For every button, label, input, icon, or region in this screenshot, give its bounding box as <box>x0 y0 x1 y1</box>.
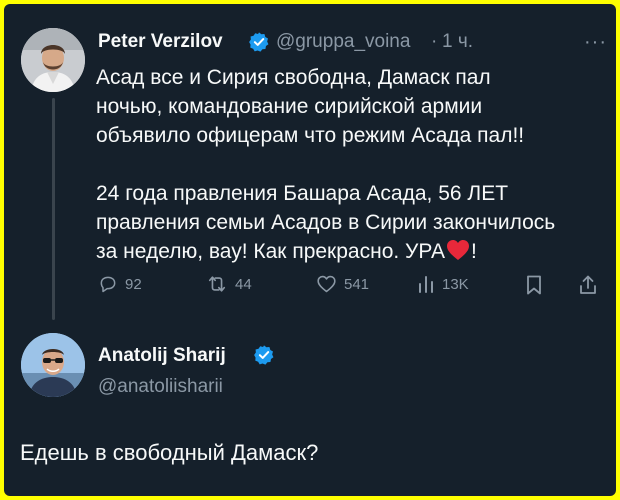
reply-author-handle[interactable]: @anatoliisharii <box>98 376 223 398</box>
reply-icon <box>100 276 116 293</box>
reply-text: Едешь в свободный Дамаск? <box>20 440 319 465</box>
verified-badge-icon <box>254 345 274 365</box>
bookmark-icon <box>527 275 541 295</box>
views-bar-chart-icon <box>419 276 433 293</box>
red-heart-emoji-icon <box>447 240 470 260</box>
screenshot-frame: Peter Verzilov @gruppa_voina · 1 ч. ··· … <box>4 4 616 496</box>
reply-action[interactable]: 92 <box>98 274 142 294</box>
header-separator: · <box>431 31 438 52</box>
tweet-author-name[interactable]: Peter Verzilov <box>98 31 223 53</box>
views-action[interactable]: 13K <box>417 274 469 294</box>
tweet-text-line: Асад все и Сирия свободна, Дамаск пал <box>96 66 491 89</box>
retweet-icon <box>208 276 226 292</box>
reply-count: 92 <box>125 275 142 293</box>
tweet-text-segment: за неделю, вау! Как прекрасно. УРА <box>96 240 446 263</box>
tweet-text-paragraph-2: 24 года правления Башара Асада, 56 ЛЕТ п… <box>96 179 596 266</box>
like-count: 541 <box>344 275 370 293</box>
share-icon <box>580 275 596 294</box>
tweet-text-line: объявило офицерам что режим Асада пал!! <box>96 124 525 147</box>
like-action[interactable]: 541 <box>316 274 369 294</box>
avatar-anatolij-sharij[interactable] <box>21 333 85 397</box>
tweet-text-line: за неделю, вау! Как прекрасно. УРА! <box>96 237 596 266</box>
share-action[interactable] <box>578 274 598 296</box>
tweet-text-line: 24 года правления Башара Асада, 56 ЛЕТ <box>96 182 509 205</box>
tweet-timestamp[interactable]: 1 ч. <box>442 31 473 53</box>
thread-connector-line <box>52 98 55 320</box>
tweet-text-paragraph-1: Асад все и Сирия свободна, Дамаск пал но… <box>96 63 596 150</box>
retweet-count: 44 <box>235 275 252 293</box>
avatar-peter-verzilov[interactable] <box>21 28 85 92</box>
views-count: 13K <box>442 275 469 293</box>
verified-badge-icon <box>249 32 269 52</box>
tweet-text-line: ночью, командование сирийской армии <box>96 95 483 118</box>
more-options-icon[interactable]: ··· <box>584 31 607 54</box>
reply-author-name[interactable]: Anatolij Sharij <box>98 345 226 367</box>
tweet-text-segment: ! <box>471 240 477 263</box>
tweet-text-line: правления семьи Асадов в Сирии закончило… <box>96 211 556 234</box>
heart-outline-icon <box>317 275 336 293</box>
bookmark-action[interactable] <box>525 274 543 296</box>
retweet-action[interactable]: 44 <box>206 274 252 294</box>
tweet-author-handle[interactable]: @gruppa_voina <box>276 31 410 53</box>
